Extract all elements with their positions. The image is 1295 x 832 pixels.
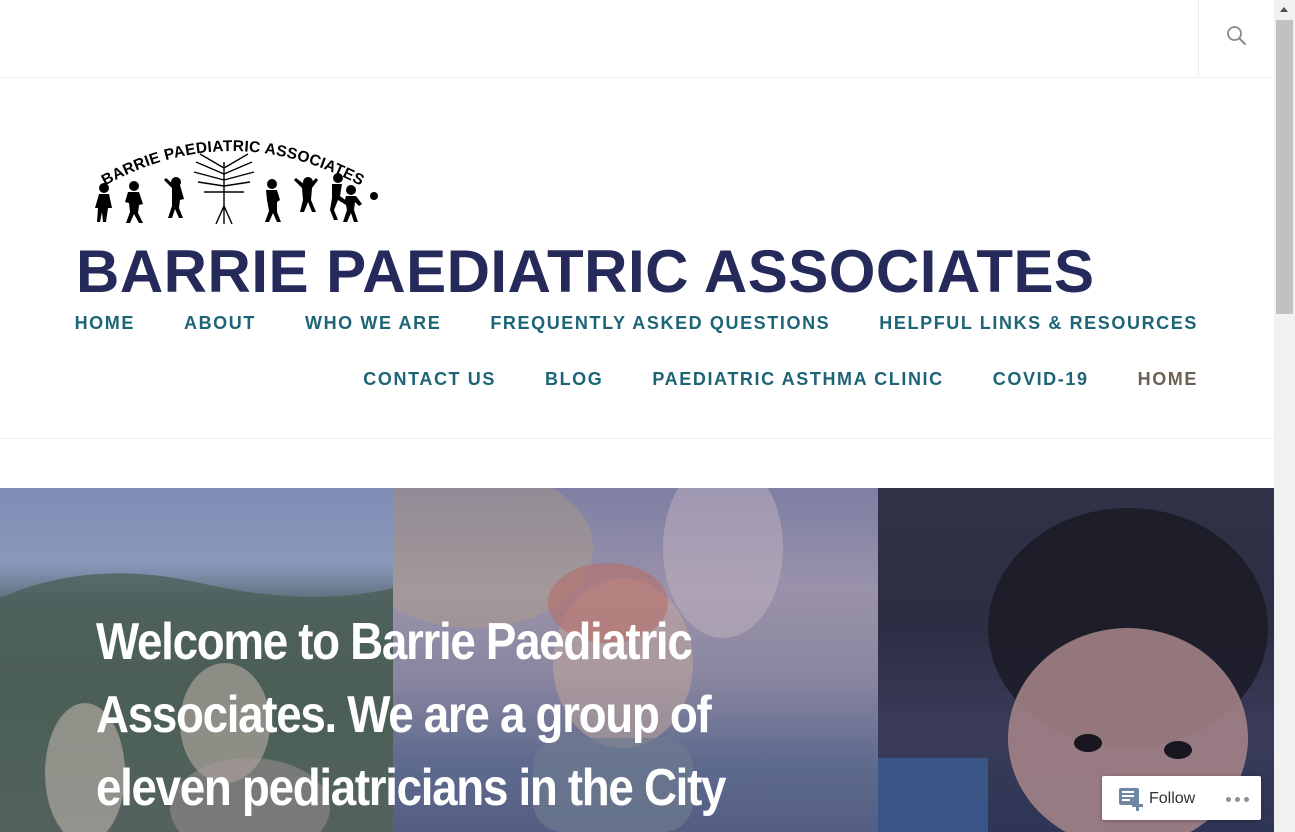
- nav-item-home-secondary[interactable]: HOME: [1138, 368, 1198, 390]
- site-logo[interactable]: BARRIE PAEDIATRIC ASSOCIATES: [76, 112, 384, 233]
- scroll-up-arrow-icon[interactable]: [1274, 0, 1295, 20]
- nav-item-home[interactable]: HOME: [75, 312, 135, 334]
- hero-welcome-text: Welcome to Barrie Paediatric Associates.…: [96, 613, 726, 817]
- search-button[interactable]: [1198, 0, 1274, 77]
- top-bar: [0, 0, 1274, 78]
- scrollbar[interactable]: [1274, 0, 1295, 832]
- nav-item-blog[interactable]: BLOG: [545, 368, 603, 390]
- search-icon: [1227, 26, 1247, 46]
- follow-label[interactable]: Follow: [1149, 789, 1195, 809]
- header-divider: [0, 438, 1274, 439]
- nav-item-helpful-links[interactable]: HELPFUL LINKS & RESOURCES: [879, 312, 1198, 334]
- nav-item-faq[interactable]: FREQUENTLY ASKED QUESTIONS: [490, 312, 830, 334]
- nav-item-asthma-clinic[interactable]: PAEDIATRIC ASTHMA CLINIC: [652, 368, 943, 390]
- nav-item-who-we-are[interactable]: WHO WE ARE: [305, 312, 441, 334]
- ellipsis-icon[interactable]: [1226, 788, 1252, 808]
- nav-item-about[interactable]: ABOUT: [184, 312, 256, 334]
- nav-item-contact-us[interactable]: CONTACT US: [363, 368, 496, 390]
- reader-follow-icon: [1119, 788, 1143, 811]
- scrollbar-thumb[interactable]: [1276, 20, 1293, 314]
- nav-row-1: HOME ABOUT WHO WE ARE FREQUENTLY ASKED Q…: [75, 312, 1198, 334]
- nav-row-2: CONTACT US BLOG PAEDIATRIC ASTHMA CLINIC…: [363, 368, 1198, 390]
- nav-item-covid-19[interactable]: COVID-19: [993, 368, 1089, 390]
- follow-widget[interactable]: Follow: [1102, 776, 1261, 820]
- page: BARRIE PAEDIATRIC ASSOCIATES BARRIE PAED…: [0, 0, 1274, 832]
- svg-text:BARRIE PAEDIATRIC ASSOCIATES: BARRIE PAEDIATRIC ASSOCIATES: [99, 138, 367, 189]
- hero-banner: Welcome to Barrie Paediatric Associates.…: [0, 488, 1274, 832]
- site-title[interactable]: BARRIE PAEDIATRIC ASSOCIATES: [76, 236, 1095, 308]
